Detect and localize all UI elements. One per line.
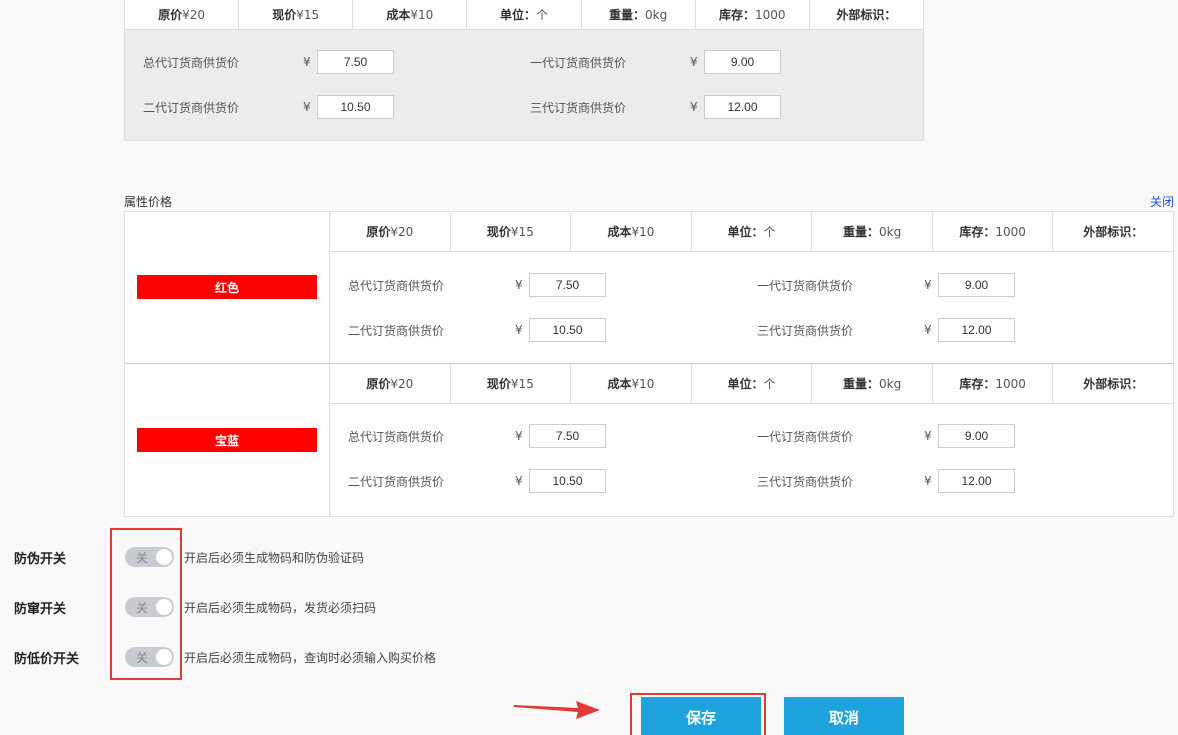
price-label: 三代订货商供货价 [757,323,854,338]
price-line-level1: 一代订货商供货价 ¥ [757,273,1015,297]
top-price-inputs: 总代订货商供货价 ¥ 一代订货商供货价 ¥ 二代订货商供货价 ¥ 三代订货商供货… [125,30,923,140]
color-tag-red: 红色 [137,275,317,299]
anti-low-price-label: 防低价开关 [14,652,80,667]
header-unit: 单位：个 [692,364,813,403]
price-line-level3: 三代订货商供货价 ¥ [757,318,1015,342]
yen-symbol: ¥ [690,55,698,69]
level2-price-input[interactable] [529,318,606,342]
general-price-input[interactable] [529,273,606,297]
general-price-input[interactable] [529,424,606,448]
level1-price-input[interactable] [938,424,1015,448]
anti-diversion-label: 防窜开关 [14,602,67,617]
price-label: 总代订货商供货价 [143,55,240,70]
attribute-price-table: 红色 原价 ¥20 现价 ¥15 成本 ¥10 单位：个 重量： 0kg 库存： 1000… [124,211,1174,517]
level2-price-input[interactable] [317,95,394,119]
header-current-price: 现价 ¥15 [451,212,572,251]
anti-counterfeit-description: 开启后必须生成物码和防伪验证码 [184,551,365,565]
price-line-level2: 二代订货商供货价 ¥ [143,95,394,119]
header-cost: 成本 ¥10 [571,212,692,251]
price-label: 总代订货商供货价 [348,278,445,293]
header-weight: 重量： 0kg [812,212,933,251]
price-line-level2: 二代订货商供货价 ¥ [348,469,606,493]
attribute-close-link[interactable]: 关闭 [1150,193,1174,210]
header-original-price: 原价 ¥20 [125,0,240,29]
cancel-button[interactable]: 取消 [784,697,904,735]
attribute-price-cell: 原价 ¥20 现价 ¥15 成本 ¥10 单位：个 重量： 0kg 库存： 1000 外部… [330,364,1173,516]
price-label: 一代订货商供货价 [530,55,627,70]
yen-symbol: ¥ [924,323,932,337]
level2-price-input[interactable] [529,469,606,493]
price-label: 三代订货商供货价 [757,474,854,489]
attribute-color-cell: 红色 [125,212,330,363]
price-label: 三代订货商供货价 [530,100,627,115]
attribute-price-cell: 原价 ¥20 现价 ¥15 成本 ¥10 单位：个 重量： 0kg 库存： 1000 外部… [330,212,1173,363]
header-cost: 成本 ¥10 [353,0,468,29]
price-line-general: 总代订货商供货价 ¥ [143,50,394,74]
general-price-input[interactable] [317,50,394,74]
price-line-general: 总代订货商供货价 ¥ [348,424,606,448]
yen-symbol: ¥ [303,100,311,114]
price-label: 二代订货商供货价 [348,323,445,338]
price-line-level1: 一代订货商供货价 ¥ [530,50,781,74]
header-unit: 单位：个 [692,212,813,251]
yen-symbol: ¥ [515,278,523,292]
toggles-highlight-box [110,528,182,680]
header-weight: 重量： 0kg [582,0,696,29]
yen-symbol: ¥ [515,323,523,337]
level3-price-input[interactable] [704,95,781,119]
price-header-row: 原价 ¥20 现价 ¥15 成本 ¥10 单位：个 重量： 0kg 库存： 1000 外部… [330,212,1173,252]
top-price-block: 原价 ¥20 现价 ¥15 成本 ¥10 单位：个 重量： 0kg 库存： 1000 外部… [124,0,924,141]
price-line-general: 总代订货商供货价 ¥ [348,273,606,297]
save-button[interactable]: 保存 [641,697,761,735]
anti-low-price-description: 开启后必须生成物码，查询时必须输入购买价格 [184,651,437,665]
level3-price-input[interactable] [938,318,1015,342]
attribute-group-red: 红色 原价 ¥20 现价 ¥15 成本 ¥10 单位：个 重量： 0kg 库存： 1000… [125,212,1173,364]
header-current-price: 现价 ¥15 [239,0,354,29]
header-external-id: 外部标识： [1083,225,1144,239]
price-line-level3: 三代订货商供货价 ¥ [530,95,781,119]
header-unit: 单位：个 [467,0,582,29]
yen-symbol: ¥ [515,474,523,488]
attribute-price-title: 属性价格 [124,195,173,209]
header-current-price: 现价 ¥15 [451,364,572,403]
anti-counterfeit-label: 防伪开关 [14,552,67,567]
header-external-id: 外部标识： [1083,377,1144,391]
price-label: 一代订货商供货价 [757,278,854,293]
price-label: 一代订货商供货价 [757,429,854,444]
yen-symbol: ¥ [515,429,523,443]
header-original-price: 原价 ¥20 [330,212,451,251]
header-weight: 重量： 0kg [812,364,933,403]
yen-symbol: ¥ [924,474,932,488]
price-header-row: 原价 ¥20 现价 ¥15 成本 ¥10 单位：个 重量： 0kg 库存： 1000 外部… [125,0,923,30]
level3-price-input[interactable] [938,469,1015,493]
yen-symbol: ¥ [690,100,698,114]
header-external-id: 外部标识： [836,8,897,22]
header-stock: 库存： 1000 [933,364,1054,403]
color-tag-royal-blue: 宝蓝 [137,428,317,452]
attribute-price-inputs: 总代订货商供货价 ¥ 一代订货商供货价 ¥ 二代订货商供货价 ¥ 三代订货商供货… [330,404,1173,516]
yen-symbol: ¥ [924,429,932,443]
attribute-price-inputs: 总代订货商供货价 ¥ 一代订货商供货价 ¥ 二代订货商供货价 ¥ 三代订货商供货… [330,252,1173,364]
yen-symbol: ¥ [303,55,311,69]
level1-price-input[interactable] [938,273,1015,297]
anti-diversion-description: 开启后必须生成物码，发货必须扫码 [184,601,377,615]
header-original-price: 原价 ¥20 [330,364,451,403]
attribute-color-cell: 宝蓝 [125,364,330,516]
attribute-group-royal-blue: 宝蓝 原价 ¥20 现价 ¥15 成本 ¥10 单位：个 重量： 0kg 库存： 1000… [125,364,1173,516]
price-label: 二代订货商供货价 [348,474,445,489]
price-line-level2: 二代订货商供货价 ¥ [348,318,606,342]
price-label: 总代订货商供货价 [348,429,445,444]
yen-symbol: ¥ [924,278,932,292]
price-label: 二代订货商供货价 [143,100,240,115]
header-cost: 成本 ¥10 [571,364,692,403]
header-stock: 库存： 1000 [933,212,1054,251]
price-line-level1: 一代订货商供货价 ¥ [757,424,1015,448]
price-header-row: 原价 ¥20 现价 ¥15 成本 ¥10 单位：个 重量： 0kg 库存： 1000 外部… [330,364,1173,404]
price-line-level3: 三代订货商供货价 ¥ [757,469,1015,493]
level1-price-input[interactable] [704,50,781,74]
header-stock: 库存： 1000 [696,0,810,29]
pointer-arrow-icon [514,701,600,719]
